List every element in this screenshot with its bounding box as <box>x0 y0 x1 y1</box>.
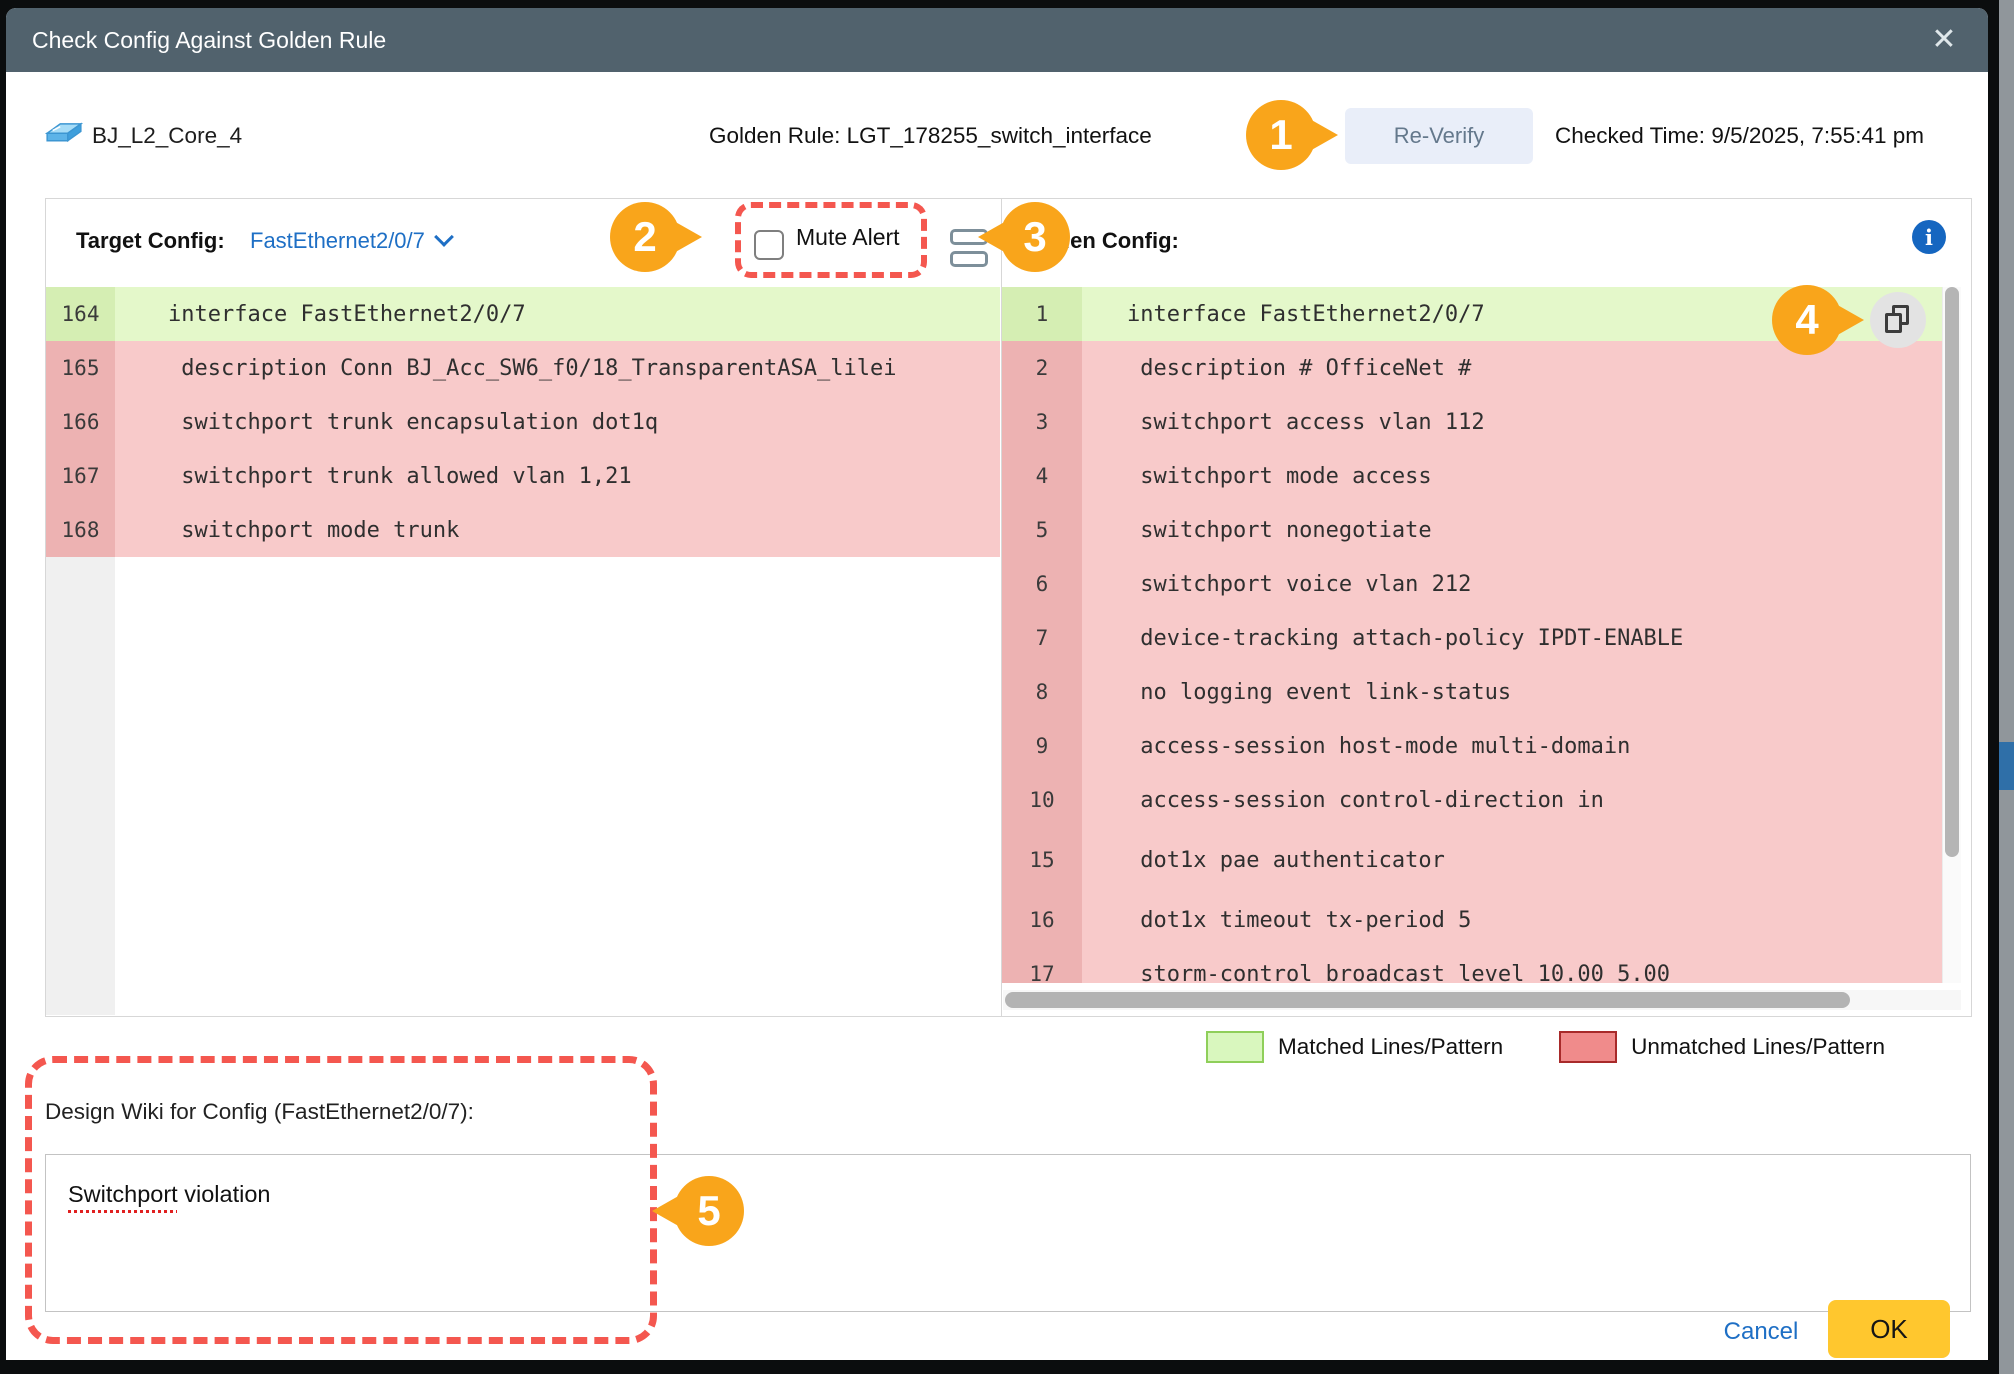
device-name: BJ_L2_Core_4 <box>92 108 242 164</box>
code-text: interface FastEthernet2/0/7 <box>1082 302 1485 327</box>
target-config-dropdown[interactable]: FastEthernet2/0/7 <box>250 220 451 262</box>
check-config-dialog: Check Config Against Golden Rule ✕ BJ_L2… <box>6 8 1988 1360</box>
line-number: 7 <box>1002 611 1082 665</box>
code-text: no logging event link-status <box>1082 680 1511 705</box>
checked-time-label: Checked Time: 9/5/2025, 7:55:41 pm <box>1555 108 1924 164</box>
code-line: 6 switchport voice vlan 212 <box>1002 557 1946 611</box>
code-text: switchport voice vlan 212 <box>1082 572 1471 597</box>
line-number: 9 <box>1002 719 1082 773</box>
line-number: 164 <box>46 287 115 341</box>
line-number: 167 <box>46 449 115 503</box>
code-line: 166 switchport trunk encapsulation dot1q <box>46 395 1000 449</box>
dialog-title: Check Config Against Golden Rule <box>32 8 386 72</box>
code-text: switchport trunk allowed vlan 1,21 <box>115 464 632 489</box>
line-number: 3 <box>1002 395 1082 449</box>
line-number: 16 <box>1002 893 1082 947</box>
line-number: 1 <box>1002 287 1082 341</box>
mute-alert-label: Mute Alert <box>796 216 900 258</box>
code-text: access-session host-mode multi-domain <box>1082 734 1630 759</box>
annotation-badge-5: 5 <box>674 1176 744 1246</box>
code-line: 165 description Conn BJ_Acc_SW6_f0/18_Tr… <box>46 341 1000 395</box>
chevron-down-icon <box>434 227 454 247</box>
copy-icon <box>1885 305 1911 335</box>
code-line: 8 no logging event link-status <box>1002 665 1946 719</box>
switch-device-icon <box>45 122 83 152</box>
code-line: 164interface FastEthernet2/0/7 <box>46 287 1000 341</box>
target-config-code: 164interface FastEthernet2/0/7165 descri… <box>46 287 1000 1015</box>
annotation-badge-1: 1 <box>1246 100 1316 170</box>
code-line: 17 storm-control broadcast level 10.00 5… <box>1002 947 1946 983</box>
reverify-button[interactable]: Re-Verify <box>1345 108 1533 164</box>
line-number: 6 <box>1002 557 1082 611</box>
code-line: 5 switchport nonegotiate <box>1002 503 1946 557</box>
code-text: switchport nonegotiate <box>1082 518 1432 543</box>
line-number: 2 <box>1002 341 1082 395</box>
window-right-scroll-strip <box>1999 0 2014 1374</box>
code-text: dot1x timeout tx-period 5 <box>1082 908 1471 933</box>
line-number: 166 <box>46 395 115 449</box>
cancel-button[interactable]: Cancel <box>1711 1310 1811 1352</box>
code-line: 16 dot1x timeout tx-period 5 <box>1002 893 1946 947</box>
line-number: 17 <box>1002 947 1082 983</box>
window-scrollbar-thumb[interactable] <box>1999 742 2014 790</box>
line-number: 10 <box>1002 773 1082 827</box>
code-text: switchport trunk encapsulation dot1q <box>115 410 658 435</box>
target-config-value: FastEthernet2/0/7 <box>250 228 425 253</box>
annotation-badge-3: 3 <box>1000 202 1070 272</box>
code-line: 9 access-session host-mode multi-domain <box>1002 719 1946 773</box>
line-number: 15 <box>1002 827 1082 893</box>
design-wiki-textarea[interactable]: Switchport violation <box>45 1154 1971 1312</box>
line-number: 168 <box>46 503 115 557</box>
line-number: 4 <box>1002 449 1082 503</box>
code-line: 3 switchport access vlan 112 <box>1002 395 1946 449</box>
code-text: access-session control-direction in <box>1082 788 1604 813</box>
annotation-badge-4: 4 <box>1772 285 1842 355</box>
close-icon[interactable]: ✕ <box>1926 22 1962 58</box>
line-number: 8 <box>1002 665 1082 719</box>
matched-legend-label: Matched Lines/Pattern <box>1278 1034 1503 1060</box>
code-text: description # OfficeNet # <box>1082 356 1471 381</box>
copy-button[interactable] <box>1870 292 1926 348</box>
code-line: 167 switchport trunk allowed vlan 1,21 <box>46 449 1000 503</box>
design-wiki-label: Design Wiki for Config (FastEthernet2/0/… <box>45 1094 474 1130</box>
code-text: switchport mode trunk <box>115 518 459 543</box>
code-text: description Conn BJ_Acc_SW6_f0/18_Transp… <box>115 356 896 381</box>
dialog-titlebar: Check Config Against Golden Rule ✕ <box>6 8 1988 72</box>
code-line: 168 switchport mode trunk <box>46 503 1000 557</box>
horizontal-scrollbar-thumb[interactable] <box>1005 992 1850 1008</box>
info-icon[interactable]: i <box>1912 220 1946 254</box>
screen-frame: Check Config Against Golden Rule ✕ BJ_L2… <box>0 0 2014 1374</box>
golden-config-code: 1interface FastEthernet2/0/72 descriptio… <box>1002 287 1946 983</box>
code-text: device-tracking attach-policy IPDT-ENABL… <box>1082 626 1683 651</box>
unmatched-legend-swatch <box>1559 1031 1617 1063</box>
code-text: switchport mode access <box>1082 464 1432 489</box>
wiki-text: violation <box>178 1181 271 1207</box>
code-text: interface FastEthernet2/0/7 <box>115 302 526 327</box>
mute-alert-checkbox[interactable] <box>754 230 784 260</box>
golden-rule-label: Golden Rule: LGT_178255_switch_interface <box>709 108 1152 164</box>
annotation-badge-2: 2 <box>610 202 680 272</box>
code-line: 15 dot1x pae authenticator <box>1002 827 1946 893</box>
golden-config-horizontal-scrollbar[interactable] <box>1003 990 1961 1010</box>
line-number: 165 <box>46 341 115 395</box>
ok-button[interactable]: OK <box>1828 1300 1950 1358</box>
code-text: storm-control broadcast level 10.00 5.00 <box>1082 962 1670 984</box>
code-text: dot1x pae authenticator <box>1082 848 1445 873</box>
code-text: switchport access vlan 112 <box>1082 410 1485 435</box>
code-line: 10 access-session control-direction in <box>1002 773 1946 827</box>
unmatched-legend-label: Unmatched Lines/Pattern <box>1631 1034 1885 1060</box>
code-line: 4 switchport mode access <box>1002 449 1946 503</box>
wiki-text-misspelled: Switchport <box>68 1181 178 1207</box>
golden-config-vertical-scrollbar[interactable] <box>1942 287 1961 983</box>
matched-legend-swatch <box>1206 1031 1264 1063</box>
diff-legend: Matched Lines/Pattern Unmatched Lines/Pa… <box>1206 1027 1970 1067</box>
line-number: 5 <box>1002 503 1082 557</box>
code-line: 7 device-tracking attach-policy IPDT-ENA… <box>1002 611 1946 665</box>
vertical-scrollbar-thumb[interactable] <box>1945 287 1959 857</box>
target-config-label: Target Config: <box>76 220 225 262</box>
